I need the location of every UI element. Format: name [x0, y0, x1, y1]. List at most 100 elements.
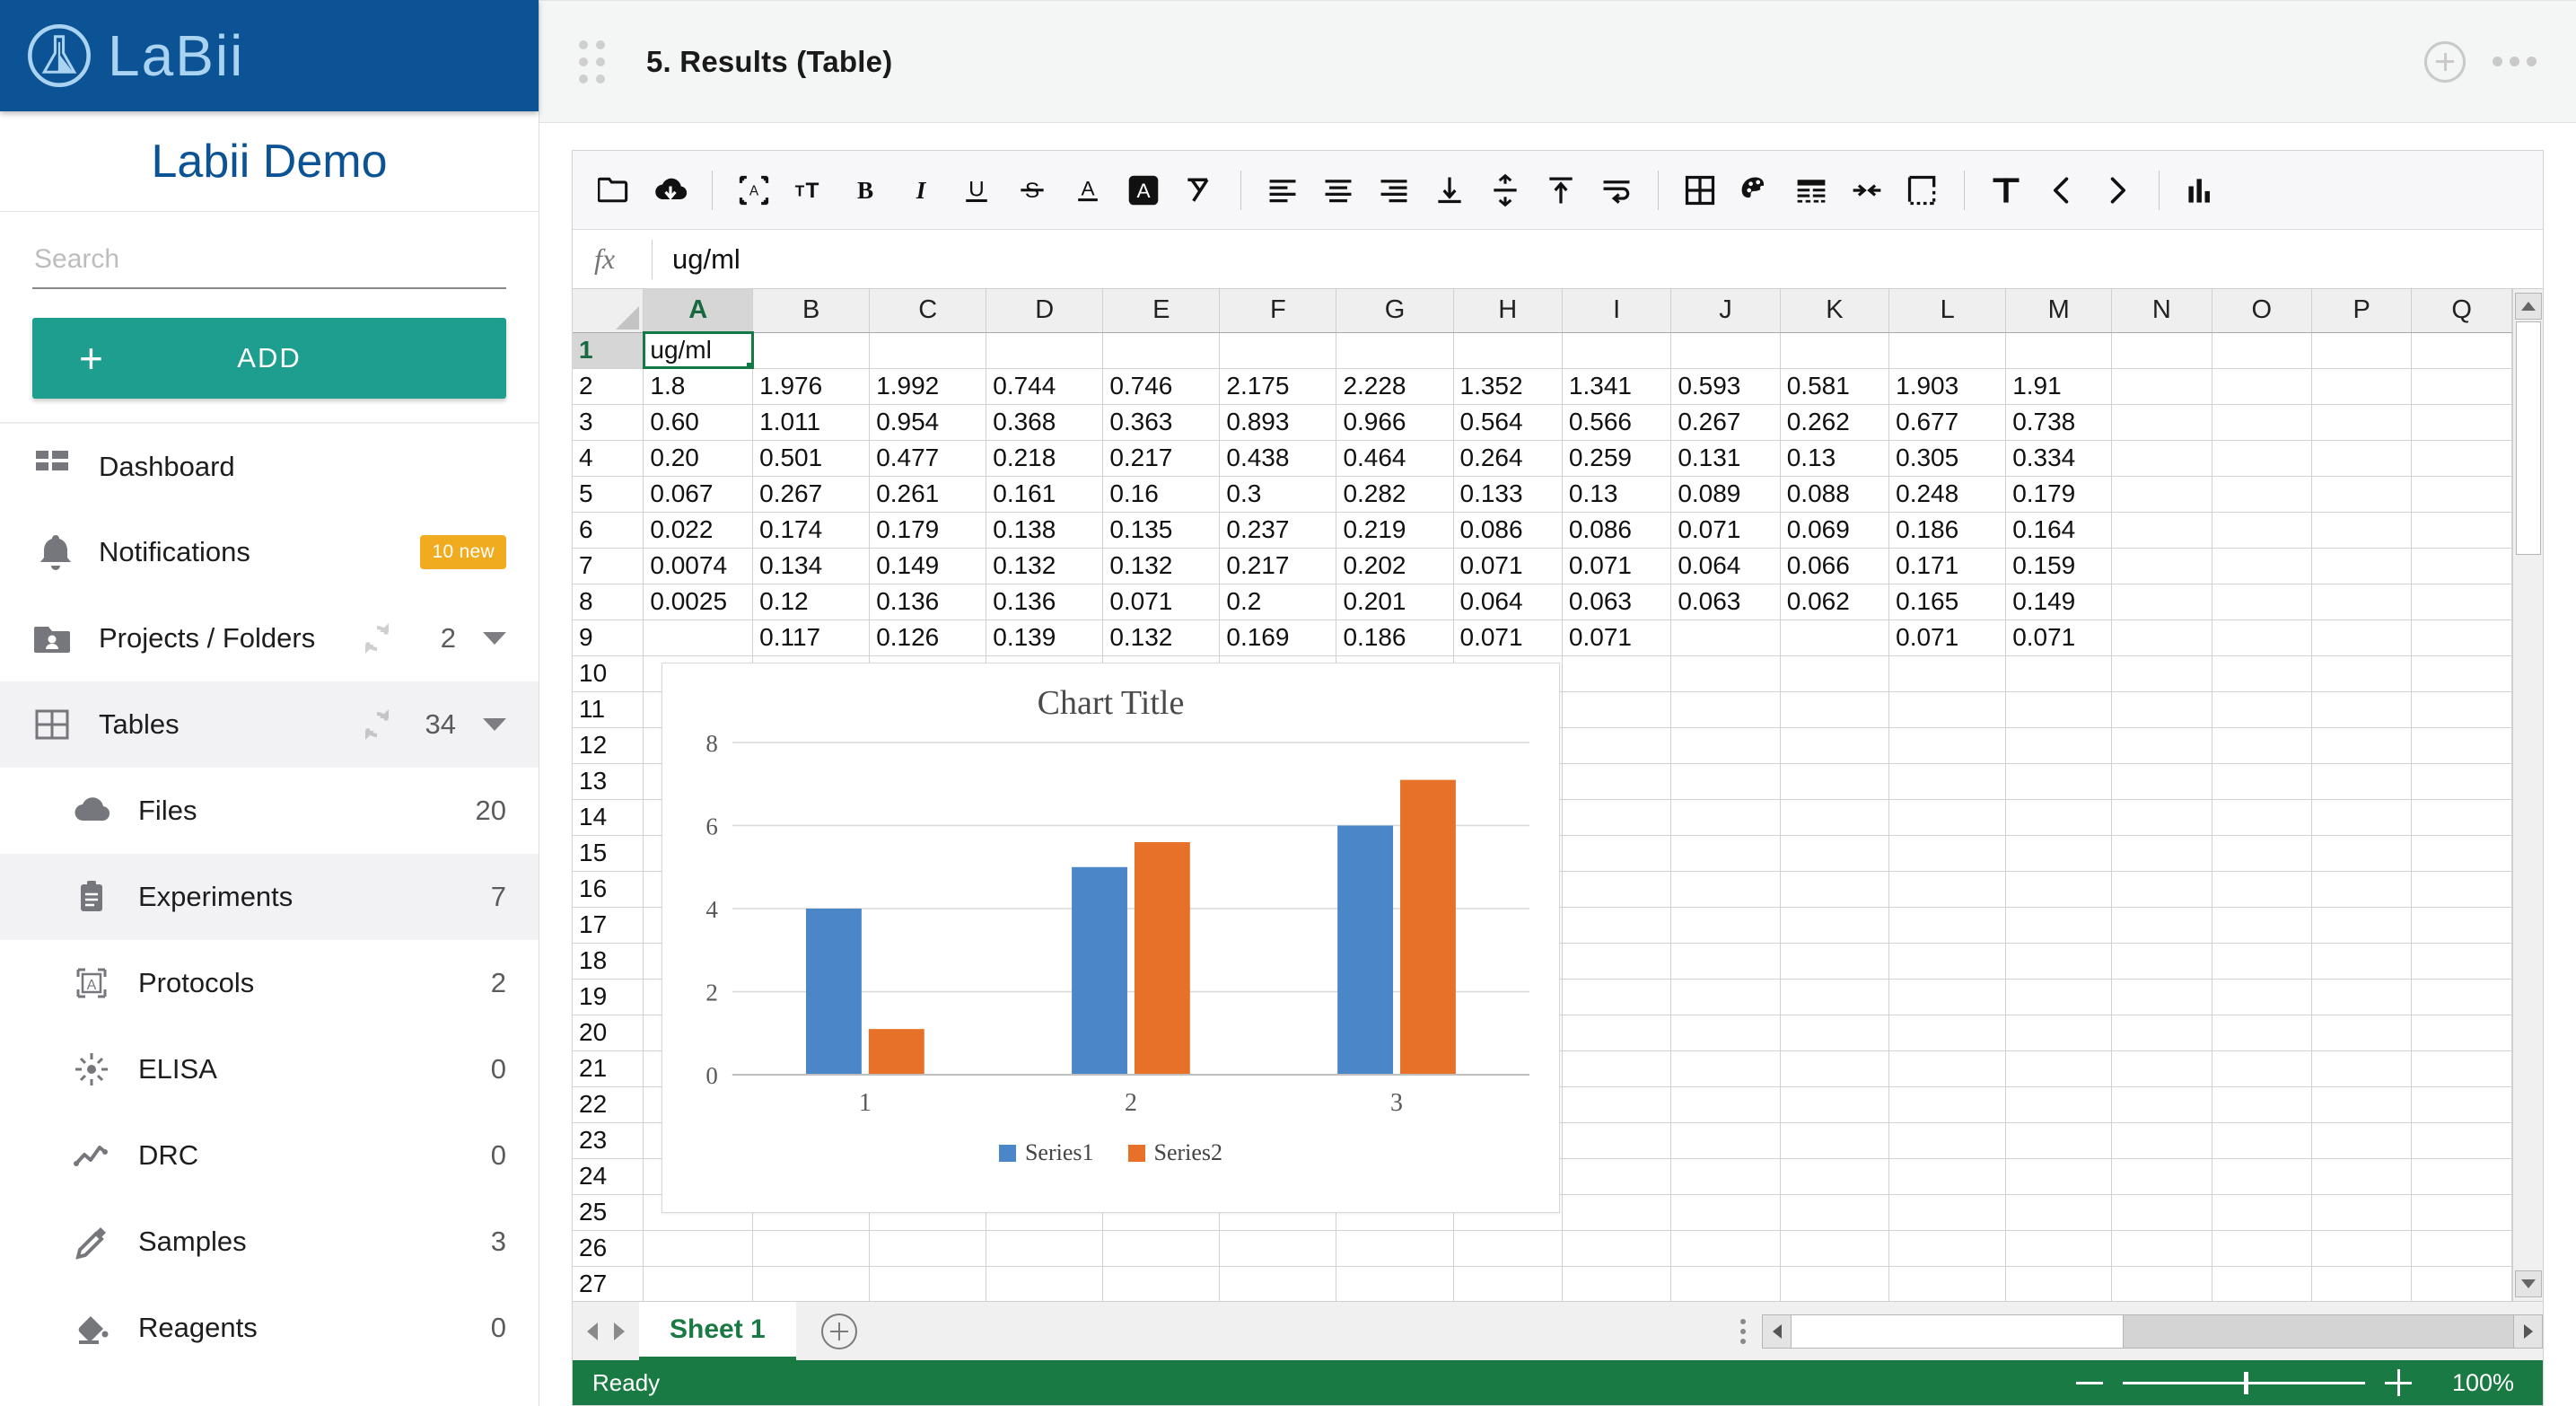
- grid-cell-O24[interactable]: [2212, 1158, 2312, 1194]
- grid-column-header-P[interactable]: P: [2312, 289, 2412, 332]
- vscroll-thumb[interactable]: [2516, 321, 2541, 555]
- grid-cell-O19[interactable]: [2212, 979, 2312, 1015]
- grid-cell-M26[interactable]: [2006, 1230, 2112, 1266]
- grid-cell-E1[interactable]: [1103, 332, 1220, 368]
- grid-cell-C27[interactable]: [870, 1266, 986, 1301]
- grid-cell-M18[interactable]: [2006, 943, 2112, 979]
- grid-cell-I7[interactable]: 0.071: [1562, 548, 1670, 584]
- grid-cell-G26[interactable]: [1336, 1230, 1453, 1266]
- grid-cell-N2[interactable]: [2112, 368, 2212, 404]
- grid-cell-I12[interactable]: [1562, 727, 1670, 763]
- grid-cell-I19[interactable]: [1562, 979, 1670, 1015]
- grid-cell-M19[interactable]: [2006, 979, 2112, 1015]
- search-input[interactable]: [32, 239, 506, 289]
- grid-cell-M2[interactable]: 1.91: [2006, 368, 2112, 404]
- grid-cell-D2[interactable]: 0.744: [986, 368, 1103, 404]
- grid-cell-D5[interactable]: 0.161: [986, 476, 1103, 512]
- grid-cell-I22[interactable]: [1562, 1086, 1670, 1122]
- grid-cell-L6[interactable]: 0.186: [1889, 512, 2006, 548]
- sidebar-item-experiments[interactable]: Experiments7: [0, 854, 539, 940]
- grid-cell-J24[interactable]: [1671, 1158, 1780, 1194]
- grid-row-header-23[interactable]: 23: [573, 1122, 644, 1158]
- grid-cell-K16[interactable]: [1780, 871, 1888, 907]
- grid-cell-O10[interactable]: [2212, 655, 2312, 691]
- grid-cell-O14[interactable]: [2212, 799, 2312, 835]
- align-middle-icon[interactable]: [1477, 163, 1533, 218]
- fill-color-icon[interactable]: [1728, 163, 1783, 218]
- grid-cell-M20[interactable]: [2006, 1015, 2112, 1050]
- grid-cell-K19[interactable]: [1780, 979, 1888, 1015]
- grid-cell-K17[interactable]: [1780, 907, 1888, 943]
- add-sheet-icon[interactable]: [821, 1314, 857, 1349]
- grid-cell-M3[interactable]: 0.738: [2006, 404, 2112, 440]
- grid-cell-Q20[interactable]: [2412, 1015, 2512, 1050]
- grid-cell-B5[interactable]: 0.267: [753, 476, 870, 512]
- grid-cell-H26[interactable]: [1453, 1230, 1562, 1266]
- grid-row-header-16[interactable]: 16: [573, 871, 644, 907]
- grid-cell-K10[interactable]: [1780, 655, 1888, 691]
- grid-cell-P5[interactable]: [2312, 476, 2412, 512]
- grid-cell-M16[interactable]: [2006, 871, 2112, 907]
- grid-cell-L5[interactable]: 0.248: [1889, 476, 2006, 512]
- italic-icon[interactable]: I: [893, 163, 949, 218]
- grid-cell-P12[interactable]: [2312, 727, 2412, 763]
- grid-cell-N21[interactable]: [2112, 1050, 2212, 1086]
- grid-cell-L16[interactable]: [1889, 871, 2006, 907]
- embedded-chart[interactable]: Chart Title 02468123 Series1Series2: [662, 663, 1560, 1213]
- grid-cell-N10[interactable]: [2112, 655, 2212, 691]
- grid-cell-K7[interactable]: 0.066: [1780, 548, 1888, 584]
- grid-cell-H2[interactable]: 1.352: [1453, 368, 1562, 404]
- align-top-icon[interactable]: [1533, 163, 1589, 218]
- grid-column-header-C[interactable]: C: [870, 289, 986, 332]
- grid-cell-A2[interactable]: 1.8: [644, 368, 753, 404]
- grid-cell-Q5[interactable]: [2412, 476, 2512, 512]
- sidebar-item-tables[interactable]: Tables34: [0, 681, 539, 768]
- grid-cell-P24[interactable]: [2312, 1158, 2412, 1194]
- grid-cell-M13[interactable]: [2006, 763, 2112, 799]
- zoom-slider[interactable]: [2123, 1382, 2365, 1384]
- grid-cell-N8[interactable]: [2112, 584, 2212, 620]
- grid-cell-N19[interactable]: [2112, 979, 2212, 1015]
- grid-cell-H3[interactable]: 0.564: [1453, 404, 1562, 440]
- grid-cell-N14[interactable]: [2112, 799, 2212, 835]
- zoom-in-icon[interactable]: [2385, 1369, 2412, 1396]
- grid-cell-C1[interactable]: [870, 332, 986, 368]
- grid-cell-J8[interactable]: 0.063: [1671, 584, 1780, 620]
- grid-cell-F4[interactable]: 0.438: [1220, 440, 1336, 476]
- grid-cell-L27[interactable]: [1889, 1266, 2006, 1301]
- circle-plus-icon[interactable]: [2424, 41, 2466, 83]
- grid-cell-J6[interactable]: 0.071: [1671, 512, 1780, 548]
- grid-cell-N24[interactable]: [2112, 1158, 2212, 1194]
- grid-cell-O1[interactable]: [2212, 332, 2312, 368]
- grid-cell-I10[interactable]: [1562, 655, 1670, 691]
- grid-cell-K24[interactable]: [1780, 1158, 1888, 1194]
- grid-cell-Q22[interactable]: [2412, 1086, 2512, 1122]
- grid-cell-M23[interactable]: [2006, 1122, 2112, 1158]
- grid-cell-Q19[interactable]: [2412, 979, 2512, 1015]
- grid-cell-I13[interactable]: [1562, 763, 1670, 799]
- grid-column-header-F[interactable]: F: [1220, 289, 1336, 332]
- grid-cell-P19[interactable]: [2312, 979, 2412, 1015]
- grid-column-header-Q[interactable]: Q: [2412, 289, 2512, 332]
- grid-cell-O7[interactable]: [2212, 548, 2312, 584]
- grid-cell-L24[interactable]: [1889, 1158, 2006, 1194]
- sidebar-item-elisa[interactable]: ELISA0: [0, 1026, 539, 1112]
- grid-cell-O3[interactable]: [2212, 404, 2312, 440]
- grid-cell-Q4[interactable]: [2412, 440, 2512, 476]
- text-format-icon[interactable]: [1978, 163, 2034, 218]
- grid-cell-P7[interactable]: [2312, 548, 2412, 584]
- grid-cell-O13[interactable]: [2212, 763, 2312, 799]
- grid-cell-B26[interactable]: [753, 1230, 870, 1266]
- grid-cell-P18[interactable]: [2312, 943, 2412, 979]
- grid-cell-L25[interactable]: [1889, 1194, 2006, 1230]
- grid-cell-J3[interactable]: 0.267: [1671, 404, 1780, 440]
- grid-cell-J4[interactable]: 0.131: [1671, 440, 1780, 476]
- grid-row-header-17[interactable]: 17: [573, 907, 644, 943]
- grid-column-header-B[interactable]: B: [753, 289, 870, 332]
- grid-cell-Q3[interactable]: [2412, 404, 2512, 440]
- grid-column-header-D[interactable]: D: [986, 289, 1103, 332]
- hscroll-grip-icon[interactable]: [1740, 1302, 1746, 1360]
- grid-cell-Q12[interactable]: [2412, 727, 2512, 763]
- sync-icon[interactable]: [359, 707, 395, 743]
- grid-cell-K14[interactable]: [1780, 799, 1888, 835]
